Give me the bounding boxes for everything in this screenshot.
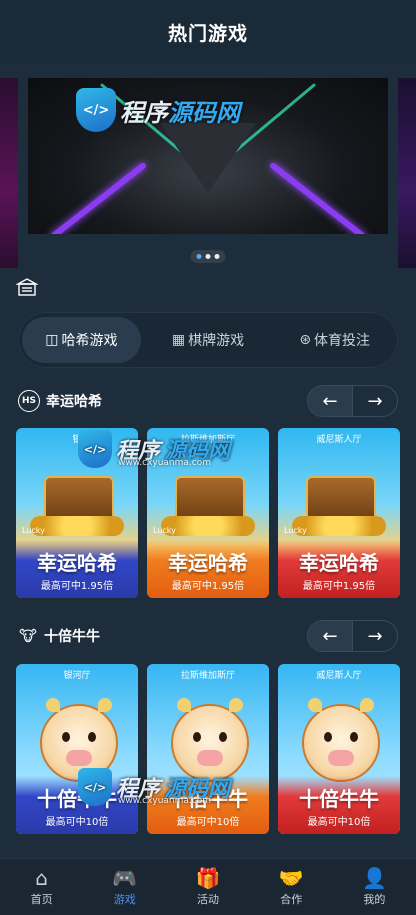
- hall-label: 银: [72, 435, 82, 445]
- tabbar-label: 我的: [363, 893, 386, 906]
- game-card[interactable]: 银 Lucky 幸运哈希 最高可中1.95倍: [16, 428, 138, 598]
- section-pager: ← →: [307, 385, 398, 417]
- logo-text-b: 源码网: [168, 98, 240, 127]
- code-shield-icon: </>: [76, 88, 116, 132]
- arrow-right-icon[interactable]: →: [353, 621, 397, 651]
- hall-label: 银河厅: [63, 671, 91, 681]
- carousel-dot[interactable]: [205, 254, 211, 259]
- arrow-left-icon[interactable]: ←: [308, 621, 353, 651]
- cow-mascot-image: [171, 698, 249, 782]
- game-odds: 最高可中1.95倍: [171, 581, 245, 592]
- game-odds: 最高可中1.95倍: [40, 581, 114, 592]
- section-title: 幸运哈希: [46, 394, 102, 410]
- game-card[interactable]: 银河厅 十倍牛牛 最高可中10倍: [16, 664, 138, 834]
- game-name: 十倍牛牛: [37, 787, 117, 811]
- game-name: 幸运哈希: [168, 551, 248, 575]
- game-card[interactable]: 威尼斯人厅 Lucky 幸运哈希 最高可中1.95倍: [278, 428, 400, 598]
- tab-hash-games[interactable]: ◫ 哈希游戏: [22, 317, 141, 363]
- game-name: 幸运哈希: [299, 551, 379, 575]
- gift-icon: 🎁: [195, 866, 221, 890]
- app-header: 热门游戏: [0, 0, 416, 64]
- game-name: 十倍牛牛: [168, 787, 248, 811]
- section-title: 十倍牛牛: [44, 629, 100, 645]
- handshake-icon: 🤝: [278, 866, 304, 890]
- hall-label: 拉斯维加斯厅: [180, 435, 235, 445]
- banner-slide[interactable]: </> 程序源码网: [28, 78, 388, 234]
- lucky-label: Lucky: [153, 526, 176, 535]
- hall-label: 威尼斯人厅: [316, 671, 362, 681]
- tabbar-label: 活动: [197, 893, 219, 906]
- user-icon: 👤: [361, 866, 387, 890]
- gamepad-icon: ◫: [45, 332, 59, 348]
- notice-board-icon[interactable]: [16, 276, 38, 298]
- banner-logo: </> 程序源码网: [76, 88, 240, 132]
- game-odds: 最高可中10倍: [307, 817, 371, 828]
- tab-label: 棋牌游戏: [188, 333, 245, 349]
- cow-mascot-image: [40, 698, 118, 782]
- carousel-dots[interactable]: [190, 250, 226, 263]
- logo-text-a: 程序: [120, 98, 168, 127]
- home-icon: ⌂: [35, 866, 48, 890]
- tab-label: 体育投注: [314, 333, 371, 349]
- carousel-dot[interactable]: [196, 254, 202, 259]
- arrow-left-icon[interactable]: ←: [308, 386, 353, 416]
- bull-icon: 🐮: [19, 627, 37, 645]
- tabbar-item-games[interactable]: 🎮 游戏: [83, 859, 166, 915]
- game-card[interactable]: 威尼斯人厅 十倍牛牛 最高可中10倍: [278, 664, 400, 834]
- game-name: 幸运哈希: [37, 551, 117, 575]
- soccer-ball-icon: ⊛: [299, 332, 312, 348]
- gamepad-icon: 🎮: [112, 866, 138, 890]
- game-odds: 最高可中10倍: [176, 817, 240, 828]
- bottom-tab-bar: ⌂ 首页 🎮 游戏 🎁 活动 🤝 合作 👤 我的: [0, 858, 416, 915]
- section-ten-bull-header: 🐮 十倍牛牛 ← →: [18, 620, 398, 652]
- tab-chess-games[interactable]: ▦ 棋牌游戏: [149, 317, 268, 363]
- tabbar-item-activity[interactable]: 🎁 活动: [166, 859, 249, 915]
- game-category-tabs: ◫ 哈希游戏 ▦ 棋牌游戏 ⊛ 体育投注: [18, 312, 398, 368]
- tabbar-label: 首页: [30, 893, 53, 906]
- game-odds: 最高可中1.95倍: [302, 581, 376, 592]
- carousel-dot[interactable]: [214, 254, 220, 259]
- lucky-hash-cards: 银 Lucky 幸运哈希 最高可中1.95倍 拉斯维加斯厅 Lucky 幸运哈希…: [16, 428, 400, 598]
- section-pager: ← →: [307, 620, 398, 652]
- banner-next-slide[interactable]: [398, 78, 416, 268]
- tabbar-item-home[interactable]: ⌂ 首页: [0, 859, 83, 915]
- tabbar-item-profile[interactable]: 👤 我的: [333, 859, 416, 915]
- cow-mascot-image: [302, 698, 380, 782]
- game-odds: 最高可中10倍: [45, 817, 109, 828]
- arrow-right-icon[interactable]: →: [353, 386, 397, 416]
- hall-label: 拉斯维加斯厅: [180, 671, 235, 681]
- tab-label: 哈希游戏: [61, 333, 118, 349]
- page-title: 热门游戏: [167, 22, 248, 45]
- banner-prev-slide[interactable]: [0, 78, 18, 268]
- lucky-label: Lucky: [284, 526, 307, 535]
- lucky-label: Lucky: [22, 526, 45, 535]
- tabbar-label: 合作: [280, 893, 303, 906]
- game-card[interactable]: 拉斯维加斯厅 Lucky 幸运哈希 最高可中1.95倍: [147, 428, 269, 598]
- game-name: 十倍牛牛: [299, 787, 379, 811]
- hs-badge-icon: HS: [18, 390, 40, 412]
- tabbar-label: 游戏: [113, 893, 136, 906]
- game-card[interactable]: 拉斯维加斯厅 十倍牛牛 最高可中10倍: [147, 664, 269, 834]
- tab-sports-betting[interactable]: ⊛ 体育投注: [275, 317, 394, 363]
- banner-carousel[interactable]: </> 程序源码网: [0, 78, 416, 268]
- section-lucky-hash-header: HS 幸运哈希 ← →: [18, 385, 398, 417]
- cards-icon: ▦: [171, 332, 186, 348]
- ten-bull-cards: 银河厅 十倍牛牛 最高可中10倍 拉斯维加斯厅 十倍牛牛 最高可中10倍 威尼斯…: [16, 664, 400, 834]
- hall-label: 威尼斯人厅: [316, 435, 362, 445]
- tabbar-item-cooperation[interactable]: 🤝 合作: [250, 859, 333, 915]
